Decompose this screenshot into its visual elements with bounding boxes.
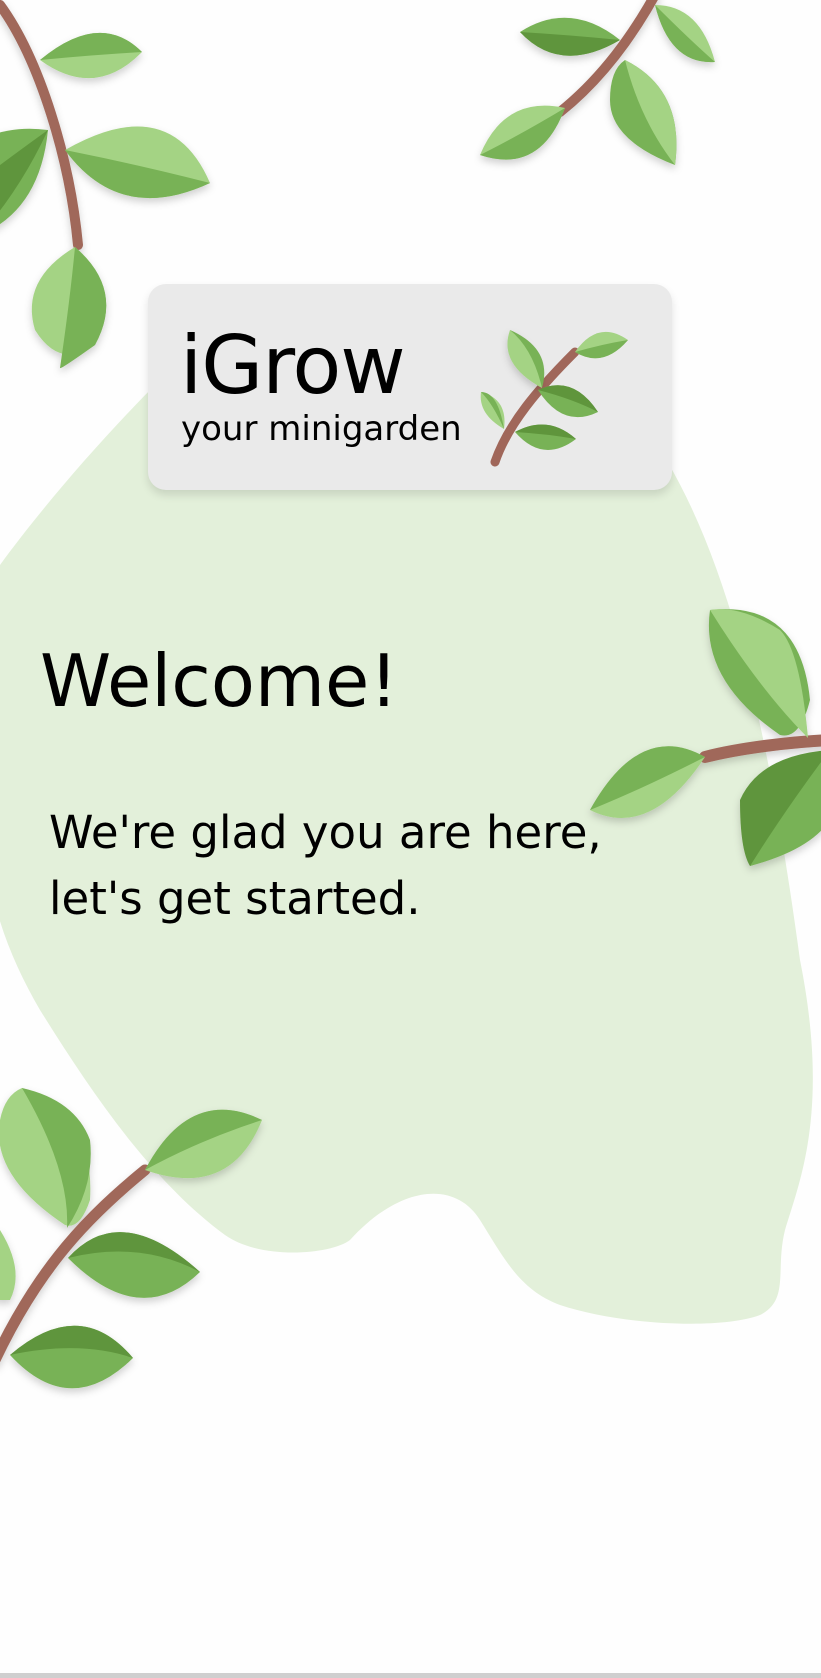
app-tagline: your minigarden — [181, 409, 462, 449]
top-right-leafy-branch-icon — [480, 0, 715, 165]
welcome-title: Welcome! — [40, 639, 399, 723]
leaf-sprig-icon — [480, 330, 628, 467]
welcome-message-line-1: We're glad you are here, — [49, 806, 602, 859]
logo-card: iGrow your minigarden — [148, 284, 672, 490]
app-name: iGrow — [180, 319, 406, 412]
bottom-divider — [0, 1673, 821, 1678]
welcome-screen: iGrow your minigarden Welcome! We're gla… — [0, 0, 821, 1678]
welcome-message-line-2: let's get started. — [49, 872, 421, 925]
